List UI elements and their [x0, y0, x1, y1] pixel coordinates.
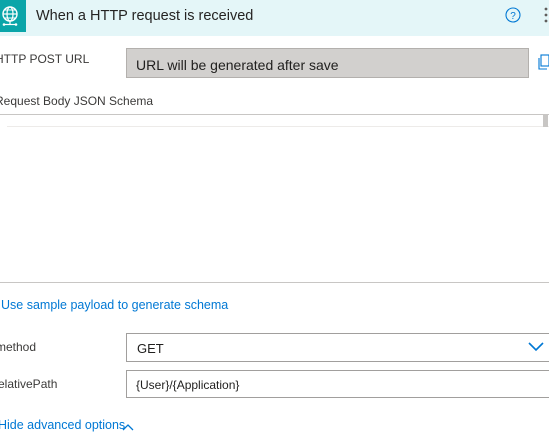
use-sample-payload-link[interactable]: Use sample payload to generate schema [1, 298, 228, 312]
editor-first-line [7, 126, 549, 127]
svg-text:?: ? [510, 11, 516, 22]
copy-icon[interactable] [538, 54, 549, 70]
editor-scrollbar[interactable] [543, 115, 548, 127]
json-schema-editor[interactable] [0, 114, 549, 283]
more-options-icon[interactable] [539, 5, 549, 25]
chevron-up-icon[interactable] [122, 419, 134, 431]
hide-advanced-options-link[interactable]: Hide advanced options [0, 418, 125, 432]
method-label: method [0, 340, 37, 354]
request-body-schema-label: Request Body JSON Schema [0, 94, 154, 108]
method-selected-value: GET [137, 341, 164, 356]
trigger-card-header[interactable]: When a HTTP request is received ? [0, 0, 549, 36]
http-post-url-field: URL will be generated after save [126, 48, 529, 78]
trigger-title[interactable]: When a HTTP request is received [36, 8, 253, 24]
chevron-down-icon[interactable] [527, 340, 545, 352]
relative-path-label: relativePath [0, 377, 58, 391]
globe-network-icon [0, 0, 26, 32]
method-dropdown[interactable]: GET [126, 333, 549, 362]
relative-path-input[interactable]: {User}/{Application} [126, 370, 549, 398]
help-circle-icon[interactable]: ? [505, 7, 521, 23]
http-post-url-label: HTTP POST URL [0, 52, 90, 66]
